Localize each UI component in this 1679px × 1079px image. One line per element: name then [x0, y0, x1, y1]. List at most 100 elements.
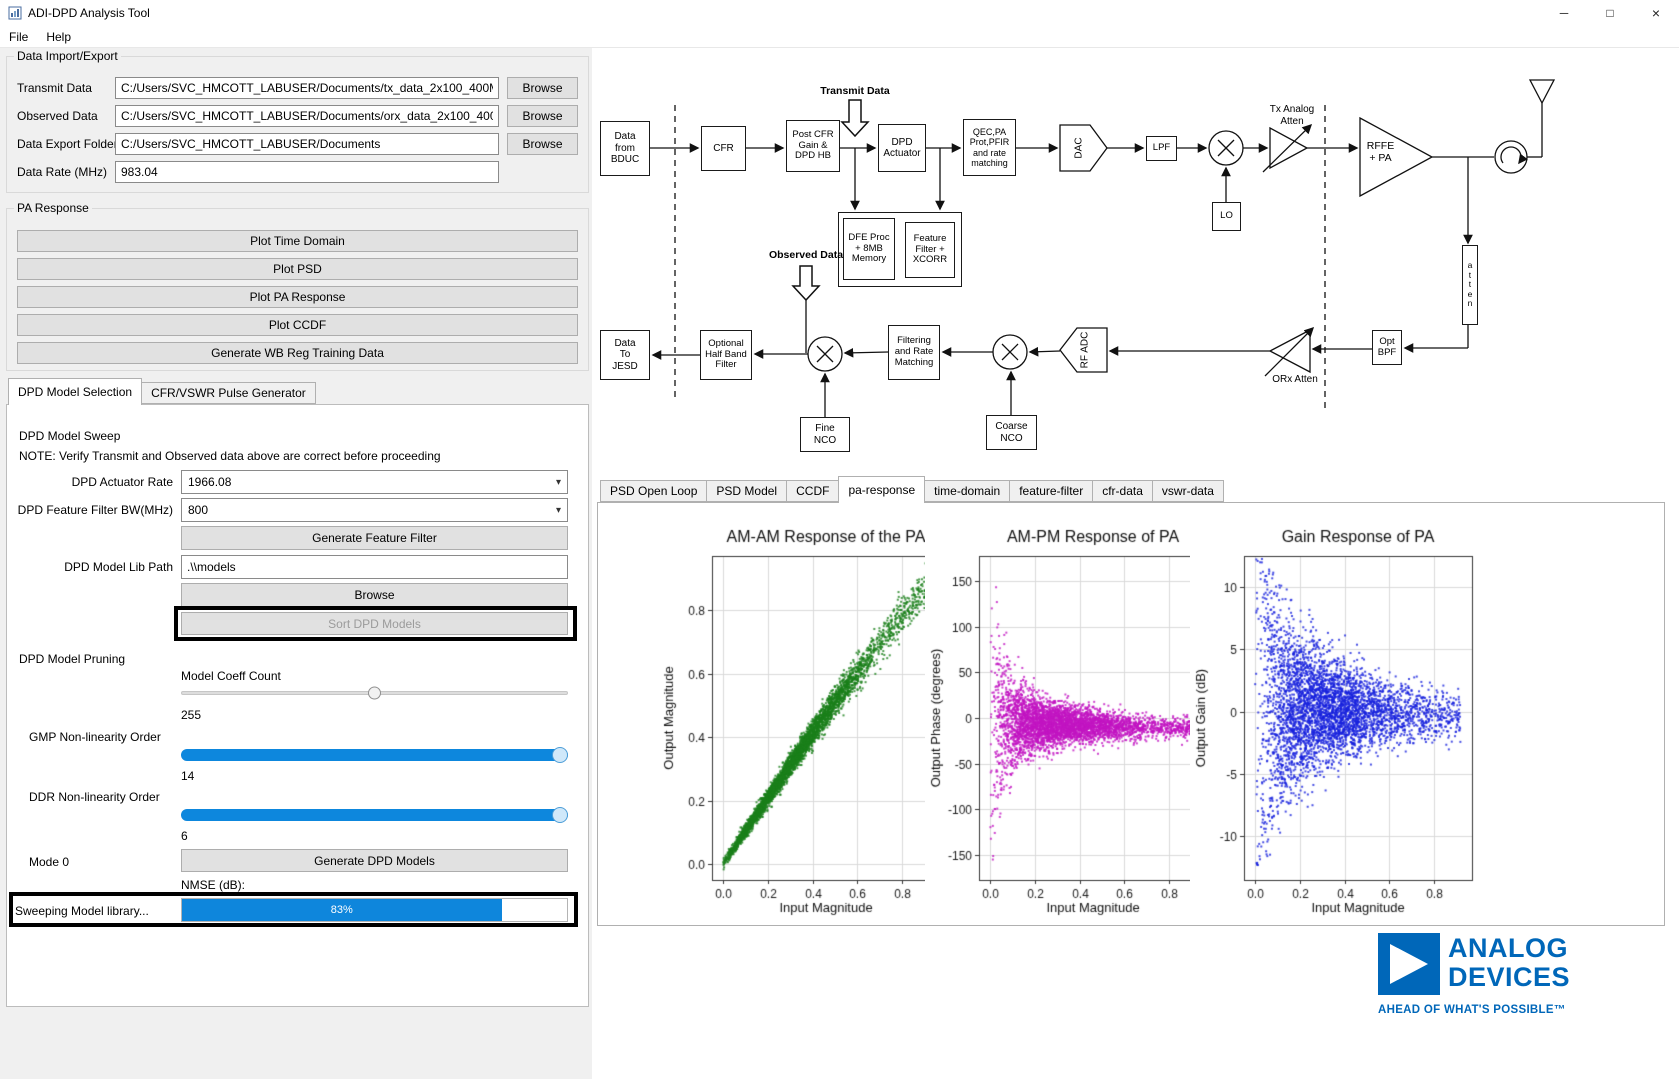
- minimize-button[interactable]: ─: [1541, 0, 1587, 26]
- logo-line1: ANALOG: [1448, 934, 1570, 963]
- chevron-down-icon: ▾: [556, 477, 561, 488]
- generate-feature-filter-button[interactable]: Generate Feature Filter: [181, 526, 568, 550]
- dac-label: DAC: [1074, 137, 1085, 158]
- lib-path-input[interactable]: [181, 555, 568, 579]
- am-pm-plot: [925, 512, 1215, 922]
- diagram-box-half-band: Optional Half Band Filter: [700, 330, 752, 380]
- feature-bw-select[interactable]: 800 ▾: [181, 498, 568, 522]
- diagram-box-lpf: LPF: [1146, 136, 1177, 161]
- chevron-down-icon: ▾: [556, 505, 561, 516]
- dpd-model-selection-pane: DPD Model Sweep NOTE: Verify Transmit an…: [6, 404, 589, 1007]
- diagram-wires: DAC RF ADC: [595, 60, 1675, 475]
- sweep-heading: DPD Model Sweep: [19, 429, 120, 443]
- slider-thumb[interactable]: [368, 687, 381, 700]
- actuator-rate-value: 1966.08: [188, 475, 231, 489]
- export-folder-input[interactable]: [115, 133, 499, 155]
- diagram-box-fine-nco: Fine NCO: [800, 417, 850, 452]
- sweep-note: NOTE: Verify Transmit and Observed data …: [19, 449, 441, 463]
- export-browse-button[interactable]: Browse: [507, 133, 578, 155]
- diagram-box-post-cfr: Post CFR Gain & DPD HB: [786, 120, 840, 172]
- sweeping-label: Sweeping Model library...: [15, 904, 149, 918]
- slider-thumb[interactable]: [552, 747, 568, 763]
- generate-wb-reg-button[interactable]: Generate WB Reg Training Data: [17, 342, 578, 364]
- plot-ccdf-button[interactable]: Plot CCDF: [17, 314, 578, 336]
- slider-track: [181, 749, 568, 761]
- left-tab-bar: DPD Model Selection CFR/VSWR Pulse Gener…: [8, 378, 315, 405]
- transmit-browse-button[interactable]: Browse: [507, 77, 578, 99]
- rf-adc-label: RF ADC: [1080, 332, 1091, 369]
- rffe-pa-label: RFFE + PA: [1358, 140, 1403, 164]
- lib-path-label: DPD Model Lib Path: [11, 560, 173, 574]
- group-title: PA Response: [14, 201, 92, 215]
- feature-bw-value: 800: [188, 503, 208, 517]
- progress-text: 83%: [331, 904, 353, 916]
- actuator-rate-label: DPD Actuator Rate: [11, 475, 173, 489]
- diagram-box-data-from-bduc: Data from BDUC: [600, 121, 650, 176]
- tab-vswr-data[interactable]: vswr-data: [1152, 480, 1224, 502]
- tab-psd-model[interactable]: PSD Model: [706, 480, 787, 502]
- tab-ccdf[interactable]: CCDF: [786, 480, 839, 502]
- plot-time-domain-button[interactable]: Plot Time Domain: [17, 230, 578, 252]
- transmit-data-annotation: Transmit Data: [805, 85, 905, 97]
- maximize-button[interactable]: □: [1587, 0, 1633, 26]
- diagram-box-feature-filter: Feature Filter + XCORR: [905, 222, 955, 278]
- plot-pa-response-button[interactable]: Plot PA Response: [17, 286, 578, 308]
- minimize-icon: ─: [1560, 6, 1569, 20]
- tx-analog-atten-label: Tx Analog Atten: [1255, 104, 1329, 127]
- tab-cfr-data[interactable]: cfr-data: [1092, 480, 1153, 502]
- diagram-box-data-to-jesd: Data To JESD: [600, 330, 650, 380]
- group-title: Data Import/Export: [14, 49, 121, 63]
- observed-data-input[interactable]: [115, 105, 499, 127]
- tab-cfr-vswr-pulse-generator[interactable]: CFR/VSWR Pulse Generator: [141, 382, 316, 404]
- am-am-plot: [658, 512, 948, 922]
- logo-line2: DEVICES: [1448, 963, 1570, 992]
- close-button[interactable]: ×: [1633, 0, 1679, 26]
- plot-psd-button[interactable]: Plot PSD: [17, 258, 578, 280]
- feature-bw-label: DPD Feature Filter BW(MHz): [11, 503, 173, 517]
- logo-tagline: AHEAD OF WHAT'S POSSIBLE™: [1378, 1004, 1566, 1016]
- tab-pa-response[interactable]: pa-response: [838, 476, 925, 503]
- transmit-data-input[interactable]: [115, 77, 499, 99]
- menu-file[interactable]: File: [0, 27, 37, 47]
- data-rate-input[interactable]: [115, 161, 499, 183]
- diagram-box-lo: LO: [1212, 202, 1241, 231]
- tab-time-domain[interactable]: time-domain: [924, 480, 1010, 502]
- export-folder-label: Data Export Folder: [17, 137, 118, 151]
- diagram-box-qec: QEC,PA Prot,PFIR and rate matching: [963, 119, 1016, 176]
- lib-browse-button[interactable]: Browse: [181, 583, 568, 607]
- progress-fill: 83%: [182, 899, 502, 921]
- tab-dpd-model-selection[interactable]: DPD Model Selection: [8, 378, 142, 405]
- diagram-box-cfr: CFR: [701, 126, 746, 171]
- coeff-count-slider[interactable]: [181, 686, 568, 700]
- diagram-box-atten: a t t e n: [1462, 245, 1478, 325]
- sweep-progress-bar: 83%: [181, 898, 568, 922]
- tab-psd-open-loop[interactable]: PSD Open Loop: [600, 480, 707, 502]
- gmp-order-value: 14: [181, 769, 194, 783]
- mode-label: Mode 0: [29, 855, 69, 869]
- analog-devices-logo-icon: [1378, 933, 1440, 995]
- coeff-count-value: 255: [181, 708, 201, 722]
- observed-browse-button[interactable]: Browse: [507, 105, 578, 127]
- transmit-data-label: Transmit Data: [17, 81, 92, 95]
- slider-thumb[interactable]: [552, 807, 568, 823]
- observed-data-label: Observed Data: [17, 109, 98, 123]
- generate-dpd-models-button[interactable]: Generate DPD Models: [181, 849, 568, 872]
- ddr-order-label: DDR Non-linearity Order: [29, 790, 160, 804]
- plot-tab-bar: PSD Open Loop PSD Model CCDF pa-response…: [600, 476, 1223, 503]
- ddr-order-slider[interactable]: [181, 807, 568, 823]
- ddr-order-value: 6: [181, 829, 188, 843]
- menu-help[interactable]: Help: [37, 27, 80, 47]
- sort-dpd-models-button[interactable]: Sort DPD Models: [181, 612, 568, 635]
- pruning-heading: DPD Model Pruning: [19, 652, 125, 666]
- maximize-icon: □: [1606, 6, 1613, 20]
- diagram-box-dpd-actuator: DPD Actuator: [878, 124, 926, 172]
- data-import-export-group: Data Import/Export Transmit Data Browse …: [6, 56, 589, 193]
- orx-atten-label: ORx Atten: [1263, 374, 1327, 386]
- actuator-rate-select[interactable]: 1966.08 ▾: [181, 470, 568, 494]
- window-title: ADI-DPD Analysis Tool: [28, 6, 150, 20]
- tab-feature-filter[interactable]: feature-filter: [1009, 480, 1093, 502]
- data-rate-label: Data Rate (MHz): [17, 165, 107, 179]
- gmp-order-slider[interactable]: [181, 747, 568, 763]
- title-bar: ADI-DPD Analysis Tool: [0, 0, 1679, 26]
- menu-bar: File Help: [0, 26, 1679, 48]
